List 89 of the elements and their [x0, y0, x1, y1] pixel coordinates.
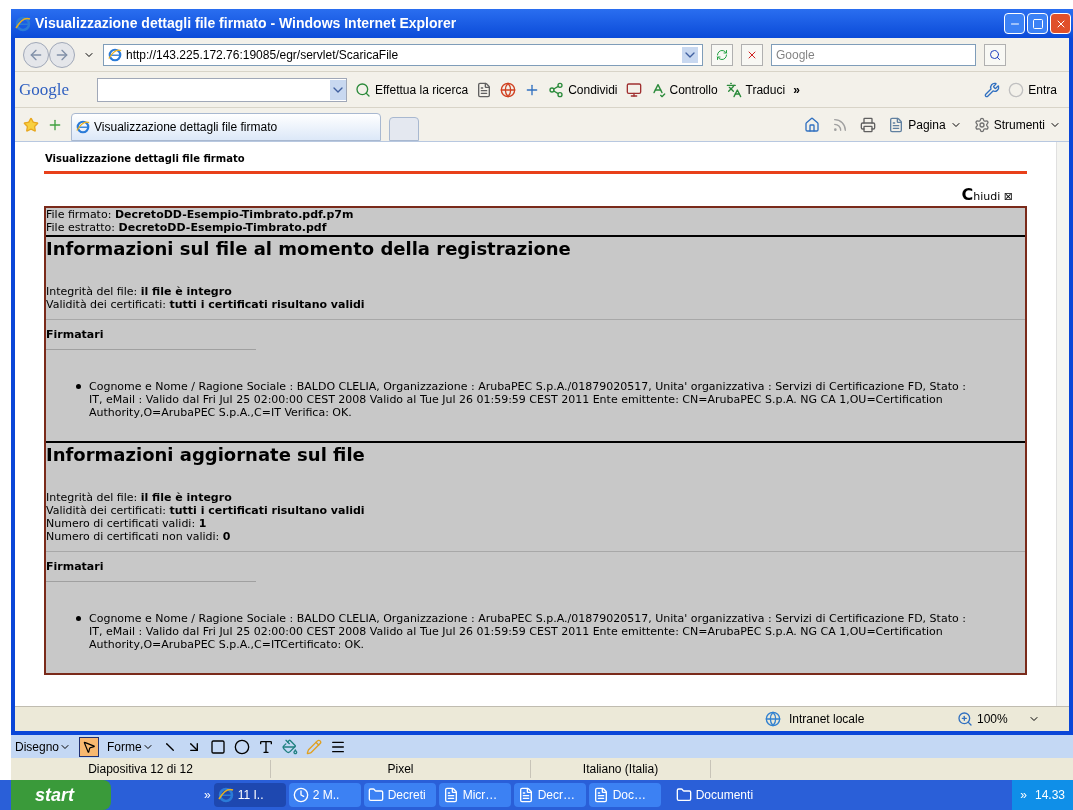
wrench-icon[interactable]: [984, 81, 1001, 98]
file-info-line: File firmato: DecretoDD-Esempio-Timbrato.pdf.p7m: [46, 208, 355, 221]
taskbar-button[interactable]: Micr…: [438, 783, 511, 807]
taskbar-button[interactable]: 2 M..: [288, 783, 361, 807]
settings-icon[interactable]: [973, 116, 990, 133]
caret-icon[interactable]: [682, 46, 698, 63]
fill-icon[interactable]: [281, 738, 298, 755]
more-chevron[interactable]: »: [793, 80, 800, 99]
bullet-icon: [76, 616, 81, 621]
file-info-line: File estratto: DecretoDD-Esempio-Timbrato.pdf: [46, 221, 328, 234]
field-line: Validità dei certificati: tutti i certificati risultano validi: [46, 504, 366, 517]
browser-tab[interactable]: Visualizzazione dettagli file firmato: [71, 113, 381, 141]
status-text: Diapositiva 12 di 12: [11, 760, 271, 778]
status-text: Italiano (Italia): [531, 760, 711, 778]
field-line: Validità dei certificati: tutti i certificati risultano validi: [46, 298, 366, 311]
oval-icon[interactable]: [233, 738, 250, 755]
zone-label: Intranet locale: [789, 711, 866, 728]
field-line: Numero di certificati non validi: 0: [46, 530, 232, 543]
page-icon[interactable]: [888, 116, 905, 133]
zoom-icon[interactable]: [957, 711, 973, 727]
toolbar-button[interactable]: Traduci: [725, 80, 786, 99]
text-box-icon[interactable]: [257, 738, 274, 755]
document-icon[interactable]: [442, 787, 459, 803]
document-icon[interactable]: [517, 787, 534, 803]
print-icon[interactable]: [860, 116, 877, 133]
taskbar-button[interactable]: Doc…: [588, 783, 661, 807]
status-text: Pixel: [271, 760, 531, 778]
search-button[interactable]: [984, 43, 1006, 66]
home-icon[interactable]: [804, 116, 821, 133]
refresh-icon[interactable]: [716, 48, 728, 61]
google-search-field[interactable]: [97, 77, 347, 102]
menu-button[interactable]: Pagina: [888, 115, 962, 134]
search-icon[interactable]: [355, 81, 371, 98]
clock-icon[interactable]: [292, 787, 309, 803]
back-button[interactable]: [23, 41, 49, 68]
search-icon[interactable]: [989, 48, 1001, 61]
toolbar-button[interactable]: Condividi: [548, 80, 618, 99]
scrollbar[interactable]: [1056, 142, 1069, 706]
taskbar-button[interactable]: Decreti: [363, 783, 436, 807]
caret-icon[interactable]: [330, 79, 346, 100]
zoom-button[interactable]: 100%: [957, 710, 1040, 728]
section-heading: Informazioni sul file al momento della registrazione: [46, 237, 572, 261]
intranet-icon: [765, 711, 781, 727]
globe-icon[interactable]: [500, 81, 517, 98]
toolbar-button[interactable]: Controllo: [649, 80, 718, 99]
signer-details: Cognome e Nome / Ragione Sociale : BALDO CLELIA, Organizzazione : ArubaPEC S.p.A./01879020517, Unita' organizzativa : Servizi di Certificazione FD, Stato : IT, eMail : Valido dal Fri Jul 25 02:00:00 CEST 2008 Valido al Tue Jul 26 01:59:59 CEST 2011 Ente emittente: CN=ArubaPEC S.p.A. NG CA 1,OU=Certification Authority,O=ArubaPEC S.p.A.,C=IT Verifica: OK.: [89, 380, 967, 419]
page-header: Visualizzazione dettagli file firmato: [44, 152, 1027, 174]
start-button[interactable]: start: [11, 780, 111, 810]
search-field[interactable]: Google: [771, 43, 976, 66]
bullet-icon: [76, 384, 81, 389]
sign-in-button[interactable]: Entra: [1008, 80, 1065, 99]
pointer-icon[interactable]: [79, 736, 100, 757]
field-line: Integrità del file: il file è integro: [46, 491, 233, 504]
refresh-button[interactable]: [711, 43, 733, 66]
ie-logo-icon: [15, 15, 31, 32]
folder-icon[interactable]: [367, 787, 384, 803]
document-icon[interactable]: [592, 787, 609, 803]
favorites-star-icon[interactable]: [23, 116, 39, 133]
translate-icon[interactable]: [725, 81, 742, 98]
quick-launch-more[interactable]: »: [204, 786, 211, 804]
ie-logo-icon: [108, 47, 122, 62]
window-title: Visualizzazione dettagli file firmato - Windows Internet Explorer: [35, 14, 457, 33]
page-icon[interactable]: [476, 81, 493, 98]
section-heading: Informazioni aggiornate sul file: [46, 443, 366, 467]
toolbar-label[interactable]: Documenti: [695, 786, 754, 804]
share-icon[interactable]: [548, 81, 565, 98]
menu-button[interactable]: Disegno: [15, 737, 72, 756]
tray-clock: 14.33: [1034, 787, 1065, 804]
menu-button[interactable]: Strumenti: [973, 115, 1061, 134]
ie-logo-icon: [76, 120, 90, 134]
folder-icon[interactable]: [675, 787, 692, 803]
toolbar-button[interactable]: Effettua la ricerca: [355, 80, 469, 99]
feed-icon[interactable]: [832, 116, 849, 133]
rectangle-icon[interactable]: [209, 738, 226, 755]
monitor-icon[interactable]: [625, 81, 642, 98]
forward-button[interactable]: [49, 41, 75, 68]
field-line: Integrità del file: il file è integro: [46, 285, 233, 298]
taskbar-button[interactable]: 11 I..: [213, 783, 286, 807]
signers-heading: Firmatari: [46, 560, 256, 582]
signer-details: Cognome e Nome / Ragione Sociale : BALDO CLELIA, Organizzazione : ArubaPEC S.p.A./01879020517, Unita' organizzativa : Servizi di Certificazione FD, Stato : IT, eMail : Valido dal Fri Jul 25 02:00:00 CEST 2008 Valido al Tue Jul 26 01:59:59 CEST 2011 Ente emittente: CN=ArubaPEC S.p.A. NG CA 1,OU=Certification Authority,O=ArubaPEC S.p.A.,C=ITCertificato: OK.: [89, 612, 967, 651]
signers-heading: Firmatari: [46, 328, 256, 350]
menu-button[interactable]: Forme: [107, 737, 154, 756]
google-logo: Google: [19, 78, 71, 101]
field-line: Numero di certificati validi: 1: [46, 517, 208, 530]
ie-logo-icon: [217, 787, 234, 803]
close-link[interactable]: Chiudi ⊠: [961, 188, 1013, 203]
address-field[interactable]: http://143.225.172.76:19085/egr/servlet/ScaricaFile: [103, 43, 703, 66]
taskbar-button[interactable]: Decr…: [513, 783, 586, 807]
stop-button[interactable]: [741, 43, 763, 66]
